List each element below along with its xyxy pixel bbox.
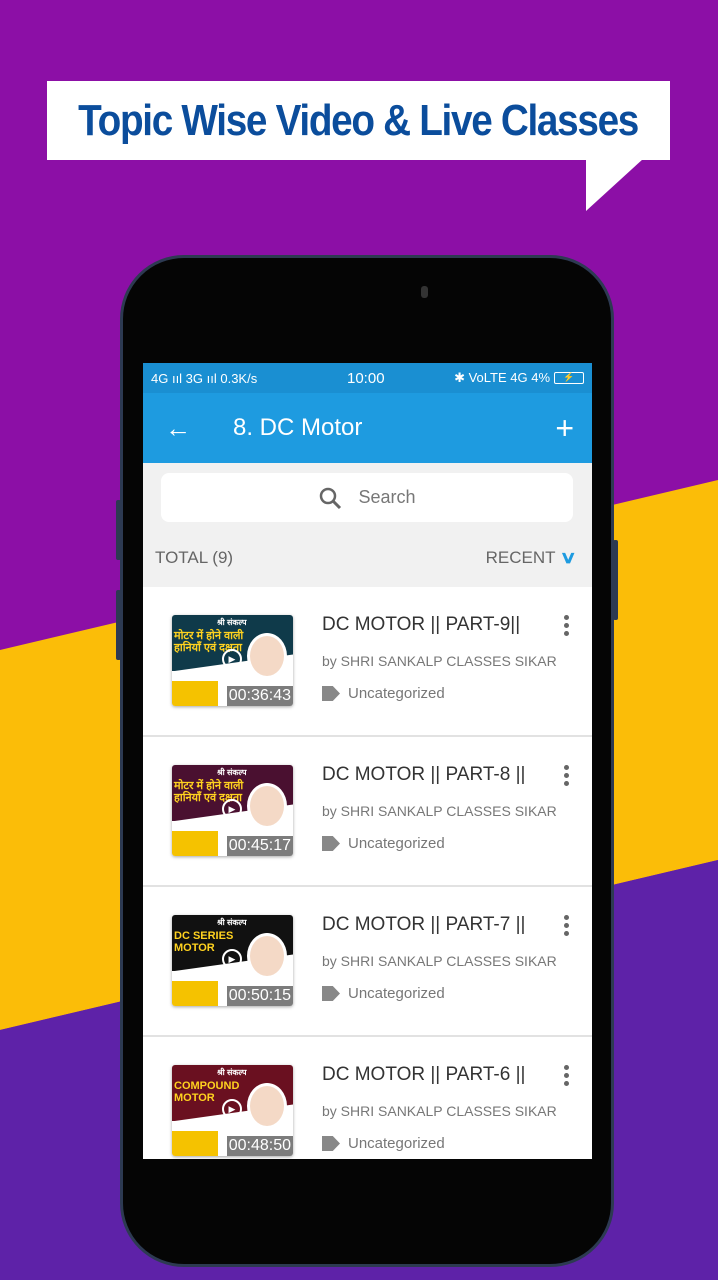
chevron-down-icon: ∨ xyxy=(559,548,577,567)
sort-label: RECENT xyxy=(485,548,556,567)
presenter-photo xyxy=(247,783,287,829)
video-category: Uncategorized xyxy=(348,985,445,1002)
video-category: Uncategorized xyxy=(348,685,445,702)
video-thumbnail[interactable]: श्री संकल्प मोटर में होने वाली हानियाँ ए… xyxy=(172,615,293,706)
play-icon: ▶ xyxy=(222,649,242,669)
play-icon: ▶ xyxy=(222,1099,242,1119)
arrow-left-icon[interactable]: ← xyxy=(165,413,191,444)
presenter-photo xyxy=(247,933,287,979)
thumbnail-strip xyxy=(172,1130,218,1156)
app-bar: ← 8. DC Motor + xyxy=(143,393,592,463)
thumbnail-brand: श्री संकल्प xyxy=(217,918,247,927)
video-author: by SHRI SANKALP CLASSES SIKAR xyxy=(322,653,557,669)
thumbnail-brand: श्री संकल्प xyxy=(217,1068,247,1077)
tag-icon xyxy=(322,986,340,1001)
duration: 00:48:50 xyxy=(226,1136,293,1156)
app-screen: 4G ııl 3G ııl 0.3K/s 10:00 ✱ VoLTE 4G 4%… xyxy=(143,363,592,1159)
list-item[interactable]: श्री संकल्प DC SERIES MOTOR ▶ 00:50:15 D… xyxy=(143,887,592,1037)
video-title[interactable]: DC MOTOR || PART-8 || xyxy=(322,764,525,786)
video-category: Uncategorized xyxy=(348,1135,445,1152)
tag-icon xyxy=(322,686,340,701)
battery-icon: ⚡ xyxy=(554,372,584,384)
video-thumbnail[interactable]: श्री संकल्प COMPOUND MOTOR ▶ 00:48:50 xyxy=(172,1065,293,1156)
search-icon xyxy=(320,487,342,509)
list-item[interactable]: श्री संकल्प मोटर में होने वाली हानियाँ ए… xyxy=(143,587,592,737)
presenter-photo xyxy=(247,1083,287,1129)
thumbnail-brand: श्री संकल्प xyxy=(217,618,247,627)
network-status: 4G ııl 3G ııl 0.3K/s xyxy=(151,370,258,386)
video-title[interactable]: DC MOTOR || PART-9|| xyxy=(322,614,520,636)
thumbnail-strip xyxy=(172,680,218,706)
volume-button xyxy=(116,500,121,560)
status-icons: ✱ VoLTE 4G 4% xyxy=(454,370,550,385)
more-options-icon[interactable] xyxy=(564,915,570,936)
thumbnail-strip xyxy=(172,980,218,1006)
clock: 10:00 xyxy=(347,369,385,387)
sort-dropdown[interactable]: RECENT ∨ xyxy=(485,548,577,568)
duration: 00:36:43 xyxy=(226,686,293,706)
video-author: by SHRI SANKALP CLASSES SIKAR xyxy=(322,953,557,969)
video-category: Uncategorized xyxy=(348,835,445,852)
video-author: by SHRI SANKALP CLASSES SIKAR xyxy=(322,803,557,819)
list-item[interactable]: श्री संकल्प COMPOUND MOTOR ▶ 00:48:50 DC… xyxy=(143,1037,592,1159)
video-thumbnail[interactable]: श्री संकल्प मोटर में होने वाली हानियाँ ए… xyxy=(172,765,293,856)
video-title[interactable]: DC MOTOR || PART-7 || xyxy=(322,914,525,936)
plus-icon[interactable]: + xyxy=(555,410,574,447)
list-item[interactable]: श्री संकल्प मोटर में होने वाली हानियाँ ए… xyxy=(143,737,592,887)
video-list: श्री संकल्प मोटर में होने वाली हानियाँ ए… xyxy=(143,587,592,1159)
search-placeholder: Search xyxy=(358,487,416,507)
play-icon: ▶ xyxy=(222,799,242,819)
power-button xyxy=(613,540,618,620)
duration: 00:50:15 xyxy=(226,986,293,1006)
camera xyxy=(421,286,428,298)
thumbnail-strip xyxy=(172,830,218,856)
list-header: TOTAL (9) RECENT ∨ xyxy=(155,548,577,568)
banner-text: Topic Wise Video & Live Classes xyxy=(78,95,640,145)
video-author: by SHRI SANKALP CLASSES SIKAR xyxy=(322,1103,557,1119)
more-options-icon[interactable] xyxy=(564,765,570,786)
promo-banner: Topic Wise Video & Live Classes xyxy=(47,81,670,160)
tag-icon xyxy=(322,1136,340,1151)
speech-tail xyxy=(586,159,643,211)
duration: 00:45:17 xyxy=(226,836,293,856)
search-input[interactable]: Search xyxy=(161,473,573,522)
thumbnail-brand: श्री संकल्प xyxy=(217,768,247,777)
page-title: 8. DC Motor xyxy=(233,414,363,441)
play-icon: ▶ xyxy=(222,949,242,969)
more-options-icon[interactable] xyxy=(564,1065,570,1086)
video-title[interactable]: DC MOTOR || PART-6 || xyxy=(322,1064,525,1086)
video-thumbnail[interactable]: श्री संकल्प DC SERIES MOTOR ▶ 00:50:15 xyxy=(172,915,293,1006)
presenter-photo xyxy=(247,633,287,679)
tag-icon xyxy=(322,836,340,851)
status-bar: 4G ııl 3G ııl 0.3K/s 10:00 ✱ VoLTE 4G 4%… xyxy=(143,363,592,393)
total-count: TOTAL (9) xyxy=(155,548,234,567)
volume-button xyxy=(116,590,121,660)
more-options-icon[interactable] xyxy=(564,615,570,636)
